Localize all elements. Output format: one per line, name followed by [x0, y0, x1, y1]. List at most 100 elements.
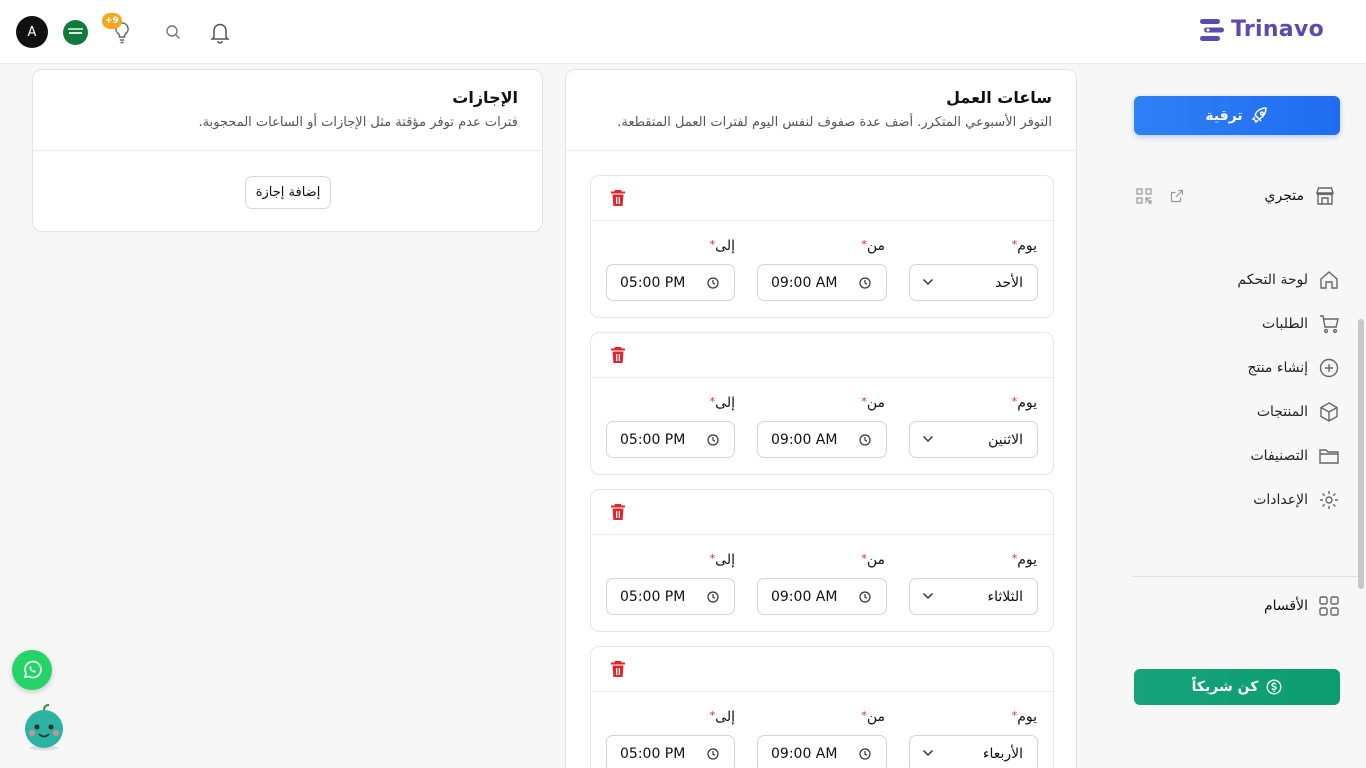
day-value: الثلاثاء	[987, 588, 1023, 605]
sidebar-item-orders[interactable]: الطلبات	[1237, 302, 1340, 346]
sidebar-divider	[1132, 576, 1362, 577]
to-label: إلى*	[709, 395, 735, 411]
row-divider	[591, 691, 1053, 692]
gear-icon	[1320, 491, 1338, 509]
working-hours-card: ساعات العمل التوفر الأسبوعي المتكرر. أضف…	[565, 69, 1077, 768]
working-hours-subtitle: التوفر الأسبوعي المتكرر. أضف عدة صفوف لن…	[617, 115, 1052, 130]
cart-icon	[1320, 315, 1339, 334]
whatsapp-icon	[23, 660, 42, 679]
store-row[interactable]: متجري	[1136, 182, 1336, 210]
clock-icon	[707, 434, 719, 446]
whatsapp-button[interactable]	[12, 650, 52, 690]
leaves-title: الإجازات	[452, 88, 518, 107]
sidebar-nav: لوحة التحكم الطلبات إنشاء منتج المنتجات …	[1237, 258, 1340, 522]
sidebar-item-products[interactable]: المنتجات	[1237, 390, 1340, 434]
dollar-circle-icon	[1266, 679, 1282, 695]
day-select[interactable]: الثلاثاء	[909, 578, 1038, 615]
upgrade-label: ترقية	[1205, 107, 1243, 124]
to-time-input[interactable]: 05:00 PM	[606, 421, 735, 458]
hours-row: يوم* من* إلى* الاثنين 09:00 AM 05:00 PM	[590, 332, 1054, 475]
scrollbar[interactable]	[1358, 319, 1364, 589]
qr-code-icon[interactable]	[1136, 188, 1152, 204]
sidebar-item-create-product[interactable]: إنشاء منتج	[1237, 346, 1340, 390]
avatar[interactable]: A	[16, 16, 48, 48]
from-time-input[interactable]: 09:00 AM	[757, 264, 887, 301]
leaves-subtitle: فترات عدم توفر مؤقتة مثل الإجازات أو الس…	[198, 115, 518, 130]
become-partner-button[interactable]: كن شريكاً	[1134, 669, 1340, 705]
to-time-value: 05:00 PM	[620, 274, 686, 291]
sidebar-item-label: الأقسام	[1264, 598, 1308, 614]
from-time-value: 09:00 AM	[771, 588, 838, 605]
sidebar-item-label: المنتجات	[1256, 404, 1308, 420]
to-time-input[interactable]: 05:00 PM	[606, 264, 735, 301]
trash-icon[interactable]	[610, 660, 626, 678]
sidebar: ترقية متجري لوحة التحكم الطلبات إنشاء من…	[1118, 64, 1366, 768]
sidebar-item-label: لوحة التحكم	[1237, 272, 1308, 288]
to-label: إلى*	[709, 552, 735, 568]
brand-name: Trinavo	[1230, 17, 1324, 42]
sidebar-item-label: التصنيفات	[1250, 448, 1309, 464]
plus-circle-icon	[1319, 358, 1339, 378]
grid-icon	[1319, 596, 1339, 616]
notification-badge: +9	[102, 13, 122, 29]
from-label: من*	[861, 238, 885, 254]
from-time-input[interactable]: 09:00 AM	[757, 421, 887, 458]
search-icon[interactable]	[165, 24, 181, 40]
card-divider	[566, 150, 1076, 151]
trash-icon[interactable]	[610, 189, 626, 207]
from-label: من*	[861, 395, 885, 411]
from-label: من*	[861, 552, 885, 568]
trash-icon[interactable]	[610, 346, 626, 364]
to-time-input[interactable]: 05:00 PM	[606, 578, 735, 615]
day-select[interactable]: الاثنين	[909, 421, 1038, 458]
sidebar-item-settings[interactable]: الإعدادات	[1237, 478, 1340, 522]
hours-row: يوم* من* إلى* الأربعاء 09:00 AM 05:00 PM	[590, 646, 1054, 768]
bell-icon[interactable]	[209, 20, 231, 44]
to-time-value: 05:00 PM	[620, 745, 686, 762]
home-icon	[1320, 271, 1338, 289]
sidebar-item-categories[interactable]: التصنيفات	[1237, 434, 1340, 478]
trash-icon[interactable]	[610, 503, 626, 521]
chevron-down-icon	[922, 278, 934, 286]
chevron-down-icon	[922, 749, 934, 757]
brand-logo[interactable]: Trinavo	[1199, 17, 1324, 42]
add-leave-button[interactable]: إضافة إجازة	[245, 176, 331, 209]
sidebar-item-sections[interactable]: الأقسام	[1264, 592, 1340, 620]
row-divider	[591, 220, 1053, 221]
hours-row: يوم* من* إلى* الثلاثاء 09:00 AM 05:00 PM	[590, 489, 1054, 632]
partner-label: كن شريكاً	[1191, 679, 1259, 695]
external-link-icon[interactable]	[1170, 189, 1184, 203]
clock-icon	[707, 591, 719, 603]
store-icon	[1316, 187, 1334, 205]
to-time-value: 05:00 PM	[620, 588, 686, 605]
from-time-input[interactable]: 09:00 AM	[757, 578, 887, 615]
from-time-value: 09:00 AM	[771, 745, 838, 762]
to-time-input[interactable]: 05:00 PM	[606, 735, 735, 768]
from-time-input[interactable]: 09:00 AM	[757, 735, 887, 768]
rocket-icon	[1251, 106, 1267, 123]
day-select[interactable]: الأربعاء	[909, 735, 1038, 768]
clock-icon	[859, 591, 871, 603]
clock-icon	[859, 434, 871, 446]
working-hours-title: ساعات العمل	[946, 88, 1052, 107]
to-time-value: 05:00 PM	[620, 431, 686, 448]
to-label: إلى*	[709, 238, 735, 254]
clock-icon	[859, 748, 871, 760]
row-divider	[591, 534, 1053, 535]
day-label: يوم*	[1011, 238, 1037, 254]
sidebar-item-dashboard[interactable]: لوحة التحكم	[1237, 258, 1340, 302]
to-label: إلى*	[709, 709, 735, 725]
sidebar-item-label: الطلبات	[1262, 316, 1308, 332]
day-label: يوم*	[1011, 552, 1037, 568]
box-icon	[1320, 402, 1338, 422]
from-label: من*	[861, 709, 885, 725]
upgrade-button[interactable]: ترقية	[1134, 96, 1340, 135]
day-value: الاثنين	[988, 431, 1023, 448]
from-time-value: 09:00 AM	[771, 274, 838, 291]
clock-icon	[859, 277, 871, 289]
leaves-card: الإجازات فترات عدم توفر مؤقتة مثل الإجاز…	[32, 69, 543, 232]
day-select[interactable]: الأحد	[909, 264, 1038, 301]
saudi-flag-icon[interactable]	[63, 20, 88, 45]
day-label: يوم*	[1011, 395, 1037, 411]
assistant-mascot-icon[interactable]	[22, 703, 66, 751]
